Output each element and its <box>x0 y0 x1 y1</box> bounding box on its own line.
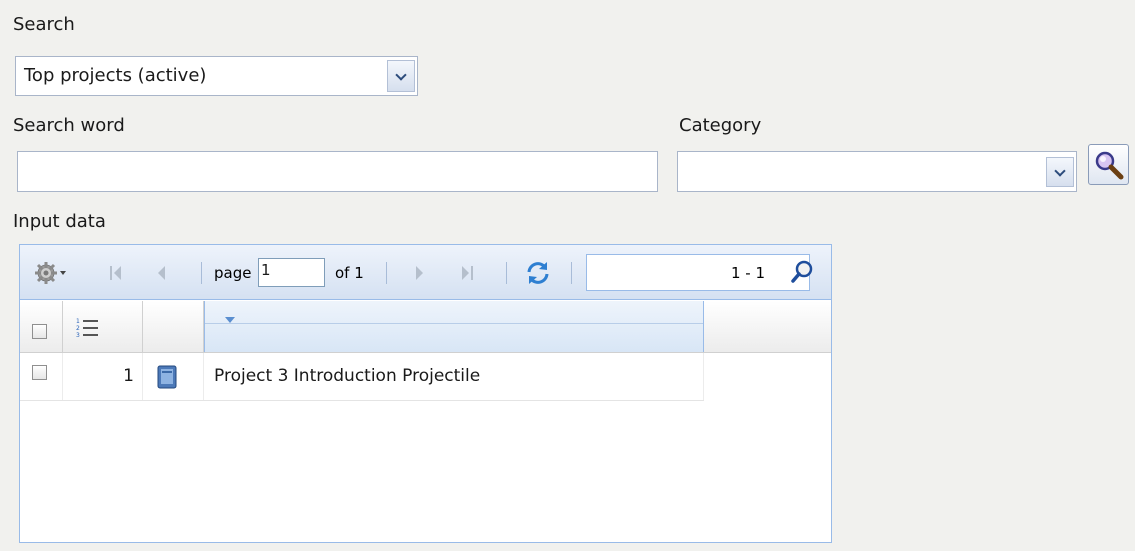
svg-text:3: 3 <box>76 332 80 339</box>
page-input[interactable]: 1 <box>258 258 325 287</box>
row-checkbox[interactable] <box>32 365 47 380</box>
next-page-icon[interactable] <box>414 264 426 286</box>
sort-dropdown-icon[interactable] <box>224 309 236 328</box>
select-all-checkbox[interactable] <box>32 324 47 339</box>
page-label: page <box>214 264 252 282</box>
table-row[interactable]: 1 Project 3 Introduction Projectile <box>20 353 704 401</box>
category-select[interactable] <box>677 151 1077 192</box>
svg-text:2: 2 <box>76 325 80 332</box>
search-dropdown-button[interactable] <box>387 60 415 92</box>
page-count-label: of 1 <box>335 264 364 282</box>
input-data-label: Input data <box>13 211 106 232</box>
find-icon[interactable] <box>790 259 818 289</box>
header-select-all-cell <box>20 301 63 352</box>
search-select-value: Top projects (active) <box>24 65 207 86</box>
first-page-icon[interactable] <box>108 264 124 286</box>
svg-text:1: 1 <box>76 318 80 325</box>
search-word-input[interactable] <box>17 151 658 192</box>
row-number: 1 <box>123 366 134 386</box>
numbered-list-icon: 1 2 3 <box>76 317 100 343</box>
input-data-grid: page 1 of 1 1 - 1 1 2 3 1 Project 3 Intr… <box>19 244 832 543</box>
last-page-icon[interactable] <box>459 264 475 286</box>
prev-page-icon[interactable] <box>155 264 167 286</box>
refresh-icon[interactable] <box>525 260 551 290</box>
row-title: Project 3 Introduction Projectile <box>214 366 481 386</box>
book-icon <box>157 365 177 393</box>
record-range-text: 1 - 1 <box>730 264 765 282</box>
header-number-cell[interactable]: 1 2 3 <box>63 301 143 352</box>
category-label: Category <box>679 115 762 136</box>
record-range-display: 1 - 1 <box>586 254 810 291</box>
search-button[interactable] <box>1088 144 1129 185</box>
search-select[interactable]: Top projects (active) <box>15 56 418 96</box>
gear-icon[interactable] <box>34 260 68 290</box>
search-word-label: Search word <box>13 115 125 136</box>
category-dropdown-button[interactable] <box>1046 157 1074 187</box>
search-label: Search <box>13 14 75 35</box>
header-title-column[interactable] <box>204 301 704 352</box>
grid-toolbar: page 1 of 1 1 - 1 <box>20 245 831 300</box>
header-icon-cell <box>143 301 204 352</box>
grid-header: 1 2 3 <box>20 301 831 353</box>
